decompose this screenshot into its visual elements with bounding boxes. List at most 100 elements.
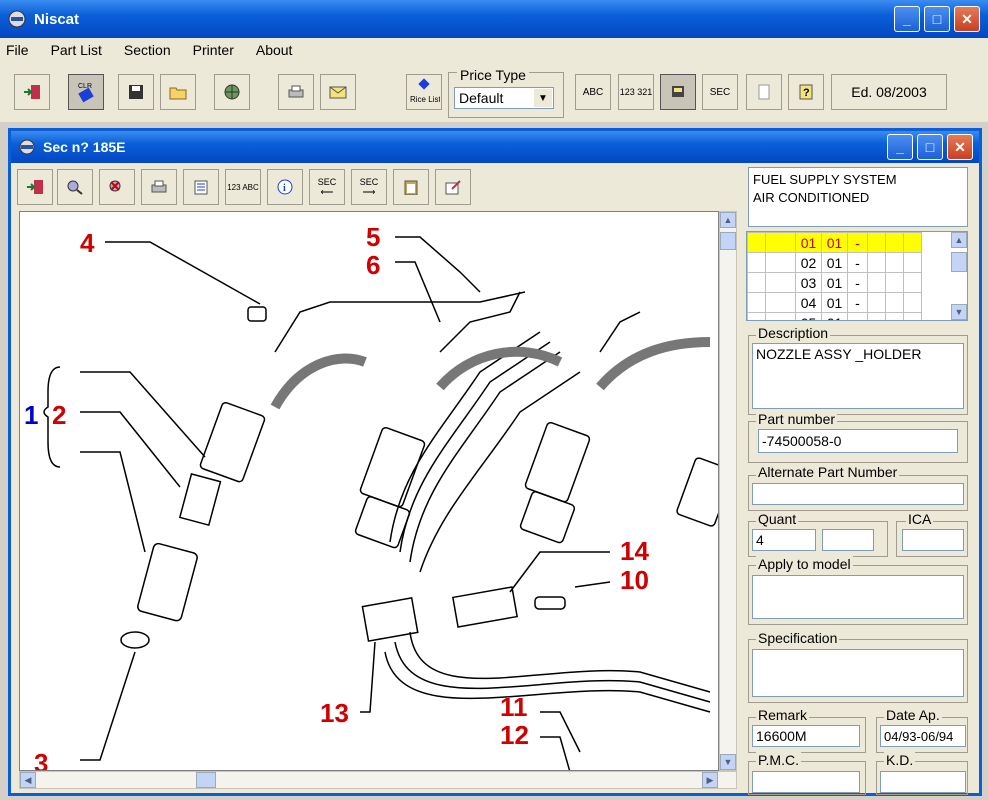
callout-1[interactable]: 1: [24, 400, 38, 430]
parts-cell: [867, 312, 886, 320]
diagram-horizontal-scrollbar[interactable]: ◀ ▶: [19, 771, 737, 789]
web-button[interactable]: [214, 74, 250, 110]
callout-13[interactable]: 13: [320, 698, 349, 728]
scroll-thumb[interactable]: [720, 232, 736, 250]
edit-notes-button[interactable]: [435, 169, 471, 205]
clipboard-button[interactable]: [393, 169, 429, 205]
info-button[interactable]: i: [267, 169, 303, 205]
callout-14[interactable]: 14: [620, 536, 649, 566]
callout-3[interactable]: 3: [34, 748, 48, 771]
menu-about[interactable]: About: [256, 42, 293, 58]
parts-cell: 01: [821, 252, 848, 273]
parts-cell: 02: [795, 252, 822, 273]
alt-part-field[interactable]: [752, 483, 964, 505]
kd-field[interactable]: [880, 771, 966, 793]
part-number-field[interactable]: -74500058-0: [758, 429, 958, 453]
callout-5[interactable]: 5: [366, 222, 380, 252]
remark-field[interactable]: 16600M: [752, 725, 860, 747]
scroll-down-icon[interactable]: ▼: [720, 754, 736, 770]
apply-model-field[interactable]: [752, 575, 964, 619]
section-button[interactable]: SEC: [702, 74, 738, 110]
prev-section-button[interactable]: SEC ⟵: [309, 169, 345, 205]
parts-row[interactable]: 0501: [747, 312, 922, 320]
vehicle-button[interactable]: [660, 74, 696, 110]
parts-row[interactable]: 04 01-: [747, 292, 922, 313]
menu-printer[interactable]: Printer: [193, 42, 234, 58]
close-button[interactable]: ✕: [954, 6, 980, 32]
callout-4[interactable]: 4: [80, 228, 95, 258]
pmc-field[interactable]: [752, 771, 860, 793]
callout-12[interactable]: 12: [500, 720, 529, 750]
specification-field[interactable]: [752, 649, 964, 697]
scroll-h-thumb[interactable]: [196, 772, 216, 788]
exploded-parts-diagram[interactable]: 4 5 6 1 2 14 10 13 11 12 3: [19, 211, 719, 771]
section-exit-button[interactable]: [17, 169, 53, 205]
price-list-button[interactable]: Rice List: [406, 74, 442, 110]
callout-11[interactable]: 11: [500, 692, 528, 722]
minimize-button[interactable]: _: [894, 6, 920, 32]
scroll-up-icon[interactable]: ▲: [720, 212, 736, 228]
section-close-button[interactable]: ✕: [947, 134, 973, 160]
quant-field[interactable]: 4: [752, 529, 816, 551]
section-window: Sec n? 185E _ □ ✕ 123 ABC i SEC⟵ SEC⟶: [8, 128, 982, 796]
scroll-right-icon[interactable]: ▶: [702, 772, 718, 788]
parts-cell: 03: [795, 272, 822, 293]
date-field[interactable]: 04/93-06/94: [880, 725, 966, 747]
ica-field[interactable]: [902, 529, 964, 551]
parts-row[interactable]: 01 01-: [747, 232, 922, 253]
menu-section[interactable]: Section: [124, 42, 171, 58]
help-button[interactable]: ?: [788, 74, 824, 110]
maximize-button[interactable]: □: [924, 6, 950, 32]
parts-table[interactable]: 0101-0201-0301-0401-0501 ▲ ▼: [746, 231, 968, 321]
parts-cell: 01: [821, 312, 848, 320]
next-section-button[interactable]: SEC ⟶: [351, 169, 387, 205]
section-sort-button[interactable]: 123 ABC: [225, 169, 261, 205]
parts-cell: -: [847, 292, 868, 313]
list-icon: [194, 180, 208, 195]
new-page-button[interactable]: [746, 74, 782, 110]
parts-cell: -: [847, 252, 868, 273]
callout-6[interactable]: 6: [366, 250, 380, 280]
section-print-button[interactable]: [141, 169, 177, 205]
exit-button[interactable]: [14, 74, 50, 110]
callout-10[interactable]: 10: [620, 565, 649, 595]
list-scroll-thumb[interactable]: [951, 252, 967, 272]
chevron-down-icon[interactable]: ▼: [534, 89, 552, 107]
diagram-vertical-scrollbar[interactable]: ▲ ▼: [719, 211, 737, 771]
mail-button[interactable]: [320, 74, 356, 110]
list-scroll-up-icon[interactable]: ▲: [951, 232, 967, 248]
print-button[interactable]: [278, 74, 314, 110]
callout-2[interactable]: 2: [52, 400, 66, 430]
zoom-in-button[interactable]: [57, 169, 93, 205]
sort-abc-button[interactable]: ABC: [575, 74, 611, 110]
parts-row[interactable]: 03 01-: [747, 272, 922, 293]
remark-label: Remark: [756, 707, 810, 723]
exit-door-icon: [27, 180, 43, 194]
menu-part-list[interactable]: Part List: [51, 42, 102, 58]
parts-row[interactable]: 02 01-: [747, 252, 922, 273]
info-icon: i: [277, 179, 293, 195]
zoom-out-button[interactable]: [99, 169, 135, 205]
parts-cell: 01: [795, 232, 822, 253]
parts-cell: [903, 232, 922, 253]
svg-text:?: ?: [803, 87, 810, 99]
clear-button[interactable]: CLR: [68, 74, 104, 110]
section-minimize-button[interactable]: _: [887, 134, 913, 160]
description-label: Description: [756, 325, 831, 341]
scroll-left-icon[interactable]: ◀: [20, 772, 36, 788]
parts-cell: [747, 252, 766, 273]
section-title: Sec n? 185E: [43, 139, 126, 155]
list-button[interactable]: [183, 169, 219, 205]
parts-cell: [747, 312, 766, 320]
section-maximize-button[interactable]: □: [917, 134, 943, 160]
edition-label: Ed. 08/2003: [831, 74, 947, 110]
description-field[interactable]: NOZZLE ASSY _HOLDER: [752, 343, 964, 409]
sort-numeric-button[interactable]: 123 321: [618, 74, 654, 110]
open-button[interactable]: [160, 74, 196, 110]
parts-cell: -: [847, 272, 868, 293]
save-button[interactable]: [118, 74, 154, 110]
quant-unit-field[interactable]: [822, 529, 874, 551]
price-type-select[interactable]: Default ▼: [454, 87, 554, 109]
list-scroll-down-icon[interactable]: ▼: [951, 304, 967, 320]
menu-file[interactable]: File: [6, 42, 29, 58]
